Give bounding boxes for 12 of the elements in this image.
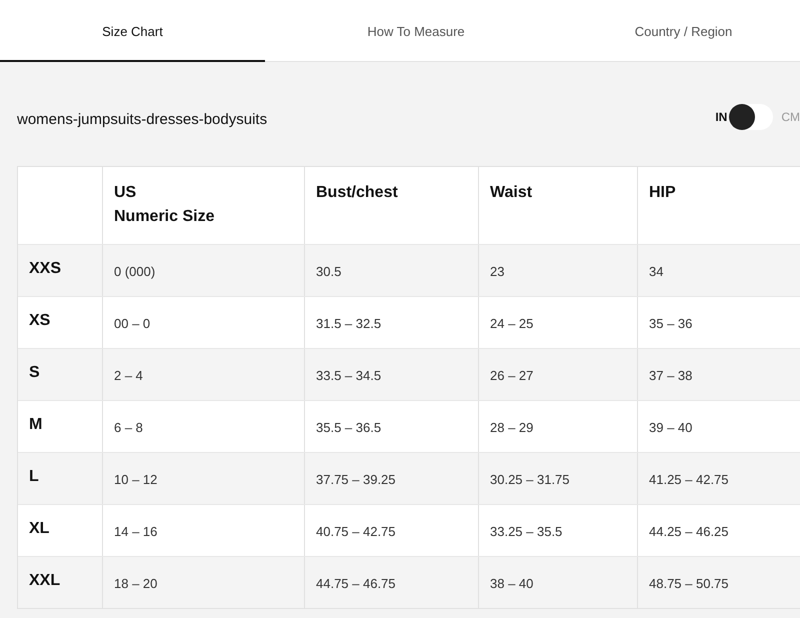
table-cell: 48.75 – 50.75 (638, 557, 800, 608)
table-cell: 38 – 40 (479, 557, 638, 608)
chart-title: womens-jumpsuits-dresses-bodysuits (17, 110, 268, 130)
tab[interactable]: Size Chart (0, 0, 265, 62)
unit-label: CM (780, 109, 800, 126)
size-label: XXL (18, 557, 103, 608)
tab[interactable]: How To Measure (265, 0, 567, 62)
table-cell: 18 – 20 (103, 557, 305, 608)
tab[interactable]: Country / Region (567, 0, 800, 62)
unit-toggle[interactable] (729, 104, 774, 130)
table-cell: 44.75 – 46.75 (305, 557, 479, 608)
unit-label: IN (715, 109, 728, 126)
